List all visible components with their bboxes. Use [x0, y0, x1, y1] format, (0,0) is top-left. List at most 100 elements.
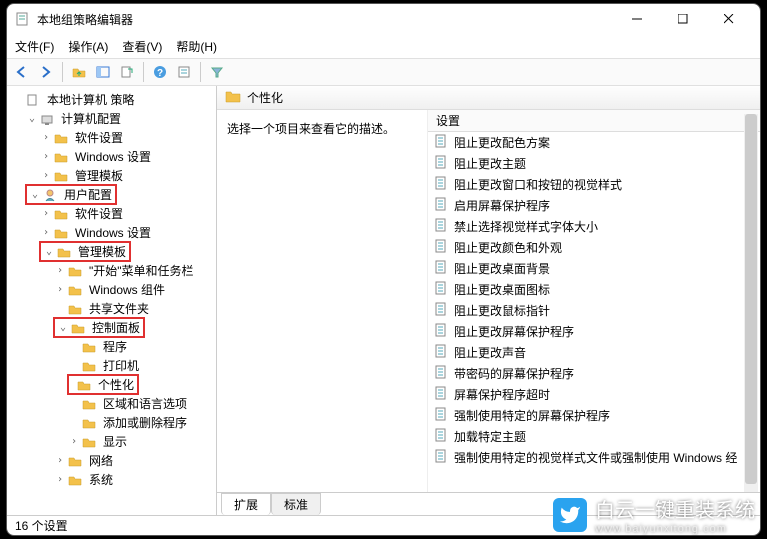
tree-display[interactable]: ›显示 [11, 432, 216, 451]
list-item-label: 加载特定主题 [454, 428, 526, 445]
tree-c-software[interactable]: ›软件设置 [11, 128, 216, 147]
menu-help[interactable]: 帮助(H) [176, 38, 217, 55]
list-item-label: 屏幕保护程序超时 [454, 386, 550, 403]
tree-shared[interactable]: 共享文件夹 [11, 299, 216, 318]
policy-icon [434, 197, 448, 214]
close-button[interactable] [706, 4, 752, 34]
export-button[interactable] [116, 61, 138, 83]
policy-icon [434, 281, 448, 298]
tree-computer-config[interactable]: ⌄ 计算机配置 [11, 109, 216, 128]
list-item-label: 强制使用特定的屏幕保护程序 [454, 407, 610, 424]
help-button[interactable]: ? [149, 61, 171, 83]
list-item-label: 阻止更改声音 [454, 344, 526, 361]
list-item[interactable]: 阻止更改配色方案 [428, 132, 760, 153]
policy-icon [434, 386, 448, 403]
tree-region[interactable]: 区域和语言选项 [11, 394, 216, 413]
list-item[interactable]: 带密码的屏幕保护程序 [428, 363, 760, 384]
list-item[interactable]: 阻止更改屏幕保护程序 [428, 321, 760, 342]
list-item-label: 阻止更改配色方案 [454, 134, 550, 151]
scrollbar[interactable] [744, 114, 758, 492]
list-item-label: 带密码的屏幕保护程序 [454, 365, 574, 382]
list-item[interactable]: 屏幕保护程序超时 [428, 384, 760, 405]
maximize-button[interactable] [660, 4, 706, 34]
tree-u-admin[interactable]: ⌄管理模板 [11, 242, 216, 261]
app-icon [15, 11, 31, 27]
tree-control-panel[interactable]: ⌄控制面板 [11, 318, 216, 337]
policy-icon [434, 239, 448, 256]
policy-icon [434, 260, 448, 277]
tree-network[interactable]: ›网络 [11, 451, 216, 470]
titlebar: 本地组策略编辑器 [7, 4, 760, 34]
policy-icon [434, 176, 448, 193]
tree-u-software[interactable]: ›软件设置 [11, 204, 216, 223]
list-item[interactable]: 强制使用特定的屏幕保护程序 [428, 405, 760, 426]
description-pane: 选择一个项目来查看它的描述。 [217, 110, 427, 492]
list-item-label: 阻止更改窗口和按钮的视觉样式 [454, 176, 622, 193]
list-header[interactable]: 设置 [428, 110, 760, 132]
menu-view[interactable]: 查看(V) [122, 38, 162, 55]
policy-icon [434, 344, 448, 361]
toolbar: ? [7, 58, 760, 86]
list-item-label: 阻止更改屏幕保护程序 [454, 323, 574, 340]
list-item-label: 阻止更改主题 [454, 155, 526, 172]
status-text: 16 个设置 [15, 517, 68, 534]
tab-extended[interactable]: 扩展 [221, 493, 271, 515]
policy-icon [434, 407, 448, 424]
settings-list[interactable]: 设置 阻止更改配色方案阻止更改主题阻止更改窗口和按钮的视觉样式启用屏幕保护程序禁… [427, 110, 760, 492]
policy-icon [434, 155, 448, 172]
list-item[interactable]: 阻止更改鼠标指针 [428, 300, 760, 321]
list-item[interactable]: 阻止更改颜色和外观 [428, 237, 760, 258]
tree-addremove[interactable]: 添加或删除程序 [11, 413, 216, 432]
list-item-label: 阻止更改桌面背景 [454, 260, 550, 277]
watermark: 白云一键重装系统 www.baiyunxitong.com [553, 494, 755, 535]
tree-c-windows[interactable]: ›Windows 设置 [11, 147, 216, 166]
tree-programs[interactable]: 程序 [11, 337, 216, 356]
description-text: 选择一个项目来查看它的描述。 [227, 122, 395, 136]
list-item[interactable]: 阻止更改声音 [428, 342, 760, 363]
menubar: 文件(F) 操作(A) 查看(V) 帮助(H) [7, 34, 760, 58]
list-item[interactable]: 阻止更改窗口和按钮的视觉样式 [428, 174, 760, 195]
app-window: 本地组策略编辑器 文件(F) 操作(A) 查看(V) 帮助(H) ? 本地计算机… [6, 3, 761, 536]
policy-icon [434, 218, 448, 235]
minimize-button[interactable] [614, 4, 660, 34]
window-title: 本地组策略编辑器 [37, 11, 614, 28]
svg-text:?: ? [157, 68, 163, 79]
list-item[interactable]: 阻止更改桌面背景 [428, 258, 760, 279]
list-item-label: 强制使用特定的视觉样式文件或强制使用 Windows 经 [454, 449, 737, 466]
watermark-brand: 白云一键重装系统 [595, 494, 755, 523]
list-item[interactable]: 阻止更改主题 [428, 153, 760, 174]
tree-user-config[interactable]: ⌄用户配置 [11, 185, 216, 204]
content-title: 个性化 [247, 89, 283, 106]
tree-pane[interactable]: 本地计算机 策略 ⌄ 计算机配置 ›软件设置 ›Windows 设置 ›管理模板… [7, 86, 217, 515]
policy-icon [434, 323, 448, 340]
tree-startmenu[interactable]: ›"开始"菜单和任务栏 [11, 261, 216, 280]
policy-icon [434, 134, 448, 151]
tab-standard[interactable]: 标准 [271, 493, 321, 515]
list-item[interactable]: 阻止更改桌面图标 [428, 279, 760, 300]
up-button[interactable] [68, 61, 90, 83]
content-header: 个性化 [217, 86, 760, 110]
list-item[interactable]: 强制使用特定的视觉样式文件或强制使用 Windows 经 [428, 447, 760, 468]
show-hide-tree-button[interactable] [92, 61, 114, 83]
tree-system[interactable]: ›系统 [11, 470, 216, 489]
policy-icon [434, 428, 448, 445]
list-item[interactable]: 启用屏幕保护程序 [428, 195, 760, 216]
list-item[interactable]: 禁止选择视觉样式字体大小 [428, 216, 760, 237]
filter-button[interactable] [206, 61, 228, 83]
forward-button[interactable] [35, 61, 57, 83]
list-item[interactable]: 加载特定主题 [428, 426, 760, 447]
tree-c-admin[interactable]: ›管理模板 [11, 166, 216, 185]
menu-file[interactable]: 文件(F) [15, 38, 54, 55]
tree-personalization[interactable]: 个性化 [11, 375, 216, 394]
list-item-label: 阻止更改鼠标指针 [454, 302, 550, 319]
watermark-logo-icon [553, 498, 587, 532]
tree-u-windows[interactable]: ›Windows 设置 [11, 223, 216, 242]
menu-action[interactable]: 操作(A) [68, 38, 108, 55]
back-button[interactable] [11, 61, 33, 83]
policy-icon [434, 302, 448, 319]
tree-root[interactable]: 本地计算机 策略 [11, 90, 216, 109]
policy-icon [434, 365, 448, 382]
properties-button[interactable] [173, 61, 195, 83]
tree-wincomp[interactable]: ›Windows 组件 [11, 280, 216, 299]
tree-printers[interactable]: 打印机 [11, 356, 216, 375]
